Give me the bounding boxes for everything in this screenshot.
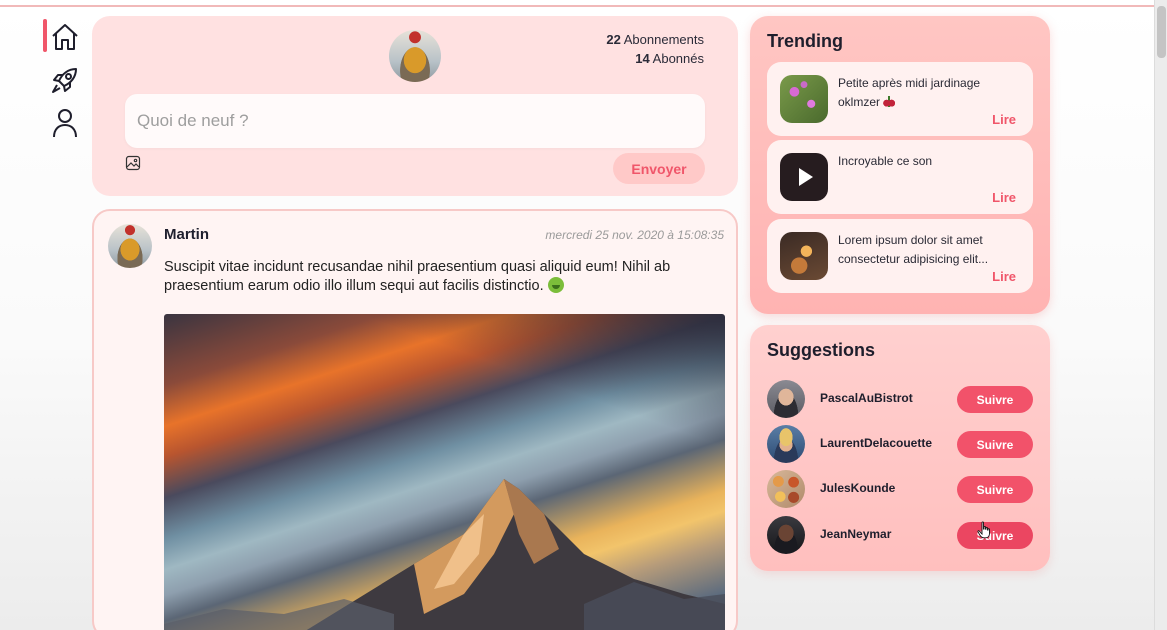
video-thumbnail	[780, 153, 828, 201]
cherries-emoji	[883, 96, 896, 107]
follow-button[interactable]: Suivre	[957, 386, 1033, 413]
nav-item-profile[interactable]	[42, 102, 88, 144]
follow-stats: 22 Abonnements 14 Abonnés	[606, 30, 704, 68]
read-link[interactable]: Lire	[992, 269, 1016, 284]
scrollbar-thumb[interactable]	[1157, 6, 1166, 58]
post-card: Martin mercredi 25 nov. 2020 à 15:08:35 …	[92, 209, 738, 630]
trending-item[interactable]: Lorem ipsum dolor sit amet consectetur a…	[767, 219, 1033, 293]
suggestion-row: JeanNeymar Suivre	[767, 516, 1033, 556]
hand-cursor-icon	[977, 521, 990, 539]
trending-thumbnail	[780, 232, 828, 280]
trending-text: Incroyable ce son	[838, 154, 933, 168]
post-body: Suscipit vitae incidunt recusandae nihil…	[164, 259, 671, 294]
suggestion-username[interactable]: JulesKounde	[820, 481, 895, 495]
suggestion-username[interactable]: PascalAuBistrot	[820, 391, 913, 405]
avatar[interactable]	[767, 425, 805, 463]
avatar[interactable]	[767, 470, 805, 508]
trending-item[interactable]: Incroyable ce son Lire	[767, 140, 1033, 214]
nav-item-explore[interactable]	[42, 59, 88, 101]
followers-label: Abonnés	[652, 51, 704, 66]
composer-card: 22 Abonnements 14 Abonnés Envoyer	[92, 16, 738, 196]
trending-caption: Petite après midi jardinage oklmzer	[838, 76, 981, 109]
following-count: 22	[606, 32, 621, 47]
followers-count: 14	[635, 51, 650, 66]
trending-panel: Trending Petite après midi jardinage okl…	[750, 16, 1050, 314]
trending-thumbnail	[780, 75, 828, 123]
suggestion-row: JulesKounde Suivre	[767, 470, 1033, 510]
nauseated-face-emoji	[547, 277, 564, 293]
following-stat[interactable]: 22 Abonnements	[606, 30, 704, 49]
trending-text: Petite après midi jardinage oklmzer	[838, 74, 1018, 112]
post-date: mercredi 25 nov. 2020 à 15:08:35	[545, 228, 724, 242]
home-icon	[52, 24, 78, 50]
suggestions-title: Suggestions	[767, 340, 876, 360]
followers-stat[interactable]: 14 Abonnés	[606, 49, 704, 68]
suggestion-row: PascalAuBistrot Suivre	[767, 380, 1033, 420]
read-link[interactable]: Lire	[992, 112, 1016, 127]
post-author-name[interactable]: Martin	[164, 226, 209, 243]
follow-button[interactable]: Suivre	[957, 522, 1033, 549]
current-user-avatar[interactable]	[389, 30, 441, 82]
image-icon[interactable]	[125, 155, 141, 171]
avatar[interactable]	[767, 516, 805, 554]
suggestion-username[interactable]: JeanNeymar	[820, 527, 891, 541]
post-text: Suscipit vitae incidunt recusandae nihil…	[164, 258, 709, 296]
avatar[interactable]	[767, 380, 805, 418]
follow-button[interactable]: Suivre	[957, 476, 1033, 503]
post-author-avatar[interactable]	[108, 224, 152, 268]
follow-button[interactable]: Suivre	[957, 431, 1033, 458]
play-icon	[799, 168, 813, 186]
mountain-image	[164, 479, 725, 630]
nav-item-home[interactable]	[42, 16, 88, 58]
read-link[interactable]: Lire	[992, 190, 1016, 205]
user-icon	[53, 109, 77, 138]
send-button[interactable]: Envoyer	[613, 153, 705, 184]
following-label: Abonnements	[623, 32, 704, 47]
suggestion-row: LaurentDelacouette Suivre	[767, 425, 1033, 465]
suggestions-panel: Suggestions PascalAuBistrot Suivre Laure…	[750, 325, 1050, 571]
trending-text: Lorem ipsum dolor sit amet consectetur a…	[838, 233, 989, 266]
status-input[interactable]	[125, 94, 705, 148]
trending-title: Trending	[767, 31, 843, 51]
sidebar-nav	[42, 16, 92, 145]
top-divider	[0, 5, 1155, 7]
rocket-icon	[52, 68, 77, 93]
suggestion-username[interactable]: LaurentDelacouette	[820, 436, 932, 450]
trending-item[interactable]: Petite après midi jardinage oklmzer Lire	[767, 62, 1033, 136]
post-image[interactable]	[164, 314, 725, 630]
page-scrollbar[interactable]	[1154, 0, 1167, 630]
